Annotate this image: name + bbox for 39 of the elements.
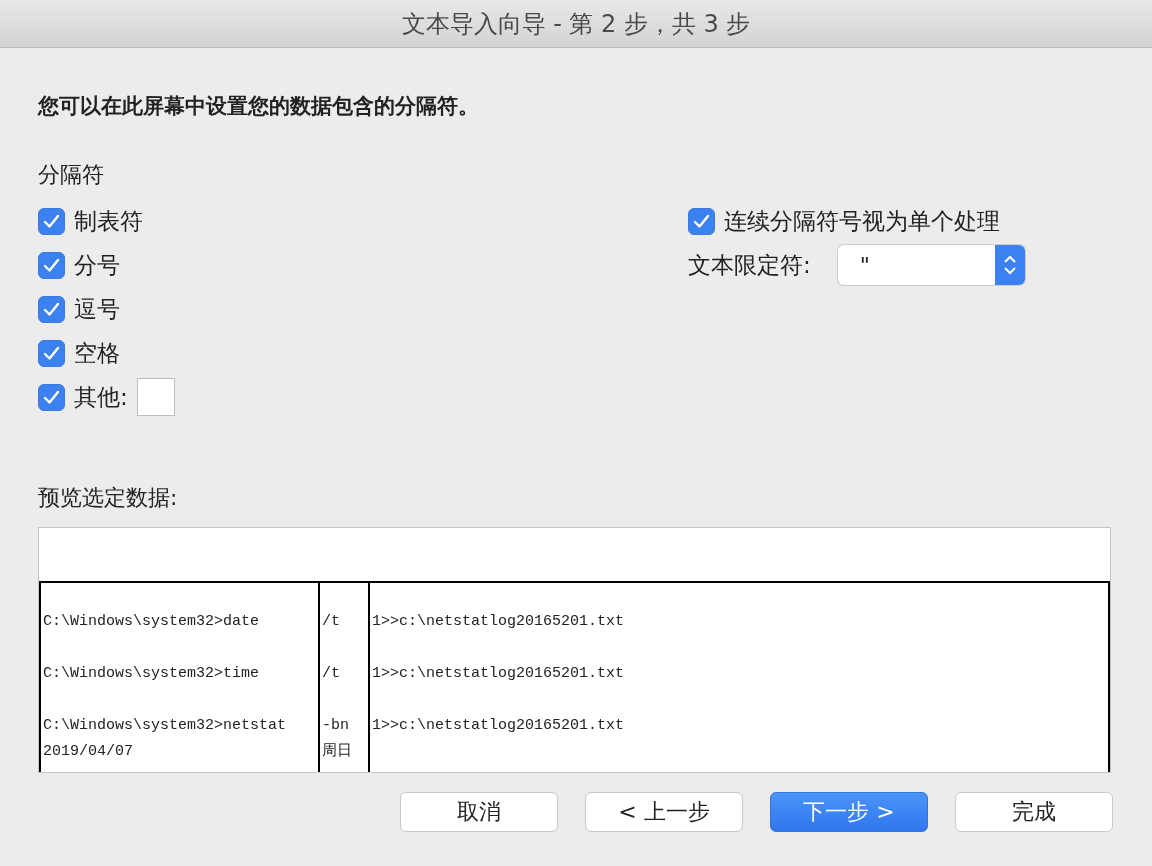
table-cell-text: /t [321,664,341,684]
check-icon [43,389,60,405]
dialog-button[interactable]: 完成 [955,792,1113,832]
preview-label: 预览选定数据: [38,484,179,512]
instruction-text: 您可以在此屏幕中设置您的数据包含的分隔符。 [38,93,480,120]
checkbox[interactable] [38,295,65,323]
dialog-button[interactable]: 取消 [400,792,558,832]
field-label: 文本限定符: [688,250,811,280]
checkbox-label: 分号 [74,250,120,280]
table-cell-text: 1>>c:\netstatlog20165201.txt [371,612,626,632]
table-cell-text: C:\Windows\system32>netstat 2019/04/07 [42,716,288,762]
checkbox-label: 连续分隔符号视为单个处理 [724,206,1000,236]
window-title: 文本导入向导 - 第 2 步，共 3 步 [401,8,751,40]
table-cell-text: C:\Windows\system32>date [42,612,261,632]
table-cell-text: C:\Windows\system32>time [42,664,261,684]
checkbox-label: 制表符 [74,206,143,236]
table-cell-text: /t [321,612,341,632]
check-icon [43,213,60,229]
checkbox[interactable] [38,207,65,235]
qualifier-select[interactable]: " [837,245,1025,285]
stepper-icon [994,245,1025,285]
table-cell-text: 1>>c:\netstatlog20165201.txt [371,664,626,684]
check-icon [43,257,60,273]
check-icon [43,345,60,361]
check-icon [693,213,710,229]
section-label: 分隔符 [38,161,105,189]
dialog-button[interactable]: 下一步 > [770,792,928,832]
checkbox-label: 逗号 [74,294,120,324]
table-cell-text: 1>>c:\netstatlog20165201.txt [371,716,626,736]
checkbox[interactable] [38,383,65,411]
checkbox-label: 空格 [74,338,120,368]
checkbox[interactable] [688,207,715,235]
checkbox-label: 其他: [74,382,128,412]
checkbox[interactable] [38,251,65,279]
checkbox[interactable] [38,339,65,367]
table-cell-text: -bn 周日 [321,716,353,762]
check-icon [43,301,60,317]
input-field[interactable] [136,378,175,416]
dialog-button[interactable]: < 上一步 [585,792,743,832]
